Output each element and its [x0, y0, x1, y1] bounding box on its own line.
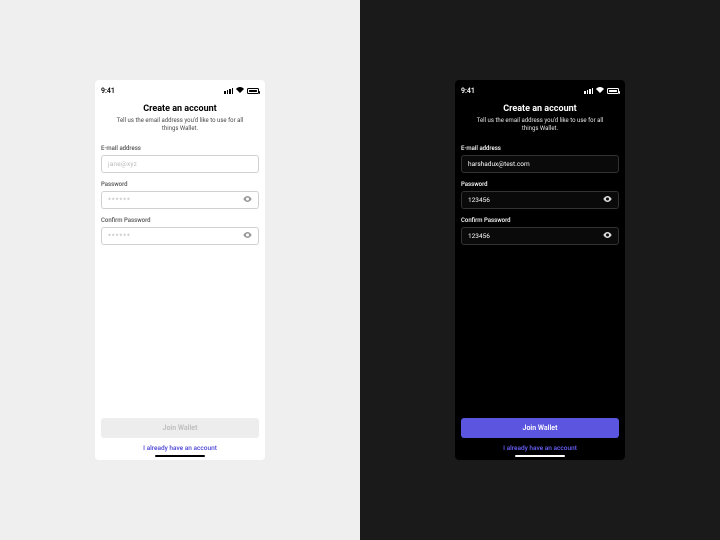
- email-label: E-mail address: [461, 145, 619, 152]
- cellular-icon: [584, 88, 593, 94]
- email-value: harshadux@test.com: [468, 160, 530, 168]
- confirm-password-input[interactable]: 123456: [461, 227, 619, 245]
- confirm-password-input[interactable]: ******: [101, 227, 259, 245]
- confirm-password-field-group: Confirm Password 123456: [461, 217, 619, 245]
- email-input[interactable]: jane@xyz: [101, 155, 259, 173]
- already-have-account-link[interactable]: I already have an account: [461, 444, 619, 452]
- email-label: E-mail address: [101, 145, 259, 152]
- wifi-icon: [596, 87, 604, 95]
- light-variant-pane: 9:41 Create an account Tell us the email…: [0, 0, 360, 540]
- page-title: Create an account: [101, 104, 259, 114]
- battery-icon: [607, 88, 619, 94]
- password-field-group: Password 123456: [461, 181, 619, 209]
- email-field-group: E-mail address jane@xyz: [101, 145, 259, 173]
- password-value: 123456: [468, 196, 490, 204]
- confirm-password-label: Confirm Password: [461, 217, 619, 224]
- already-have-account-link[interactable]: I already have an account: [101, 444, 259, 452]
- toggle-confirm-visibility-icon[interactable]: [243, 232, 252, 240]
- status-indicators: [224, 87, 259, 95]
- toggle-password-visibility-icon[interactable]: [603, 196, 612, 204]
- dark-variant-pane: 9:41 Create an account Tell us the email…: [360, 0, 720, 540]
- password-label: Password: [101, 181, 259, 188]
- password-field-group: Password ******: [101, 181, 259, 209]
- toggle-confirm-visibility-icon[interactable]: [603, 232, 612, 240]
- email-field-group: E-mail address harshadux@test.com: [461, 145, 619, 173]
- confirm-password-placeholder: ******: [108, 232, 131, 240]
- status-time: 9:41: [101, 87, 115, 95]
- password-input[interactable]: ******: [101, 191, 259, 209]
- home-indicator: [515, 455, 565, 458]
- email-input[interactable]: harshadux@test.com: [461, 155, 619, 173]
- phone-frame-dark: 9:41 Create an account Tell us the email…: [455, 80, 625, 460]
- home-indicator: [155, 455, 205, 458]
- battery-icon: [247, 88, 259, 94]
- status-bar: 9:41: [101, 80, 259, 98]
- cellular-icon: [224, 88, 233, 94]
- status-indicators: [584, 87, 619, 95]
- page-title: Create an account: [461, 104, 619, 114]
- confirm-password-value: 123456: [468, 232, 490, 240]
- join-wallet-button[interactable]: Join Wallet: [101, 418, 259, 438]
- join-wallet-button[interactable]: Join Wallet: [461, 418, 619, 438]
- phone-frame-light: 9:41 Create an account Tell us the email…: [95, 80, 265, 460]
- page-subtitle: Tell us the email address you'd like to …: [461, 117, 619, 133]
- status-time: 9:41: [461, 87, 475, 95]
- email-placeholder: jane@xyz: [108, 160, 137, 168]
- password-placeholder: ******: [108, 196, 131, 204]
- confirm-password-field-group: Confirm Password ******: [101, 217, 259, 245]
- page-subtitle: Tell us the email address you'd like to …: [101, 117, 259, 133]
- password-input[interactable]: 123456: [461, 191, 619, 209]
- wifi-icon: [236, 87, 244, 95]
- confirm-password-label: Confirm Password: [101, 217, 259, 224]
- status-bar: 9:41: [461, 80, 619, 98]
- toggle-password-visibility-icon[interactable]: [243, 196, 252, 204]
- password-label: Password: [461, 181, 619, 188]
